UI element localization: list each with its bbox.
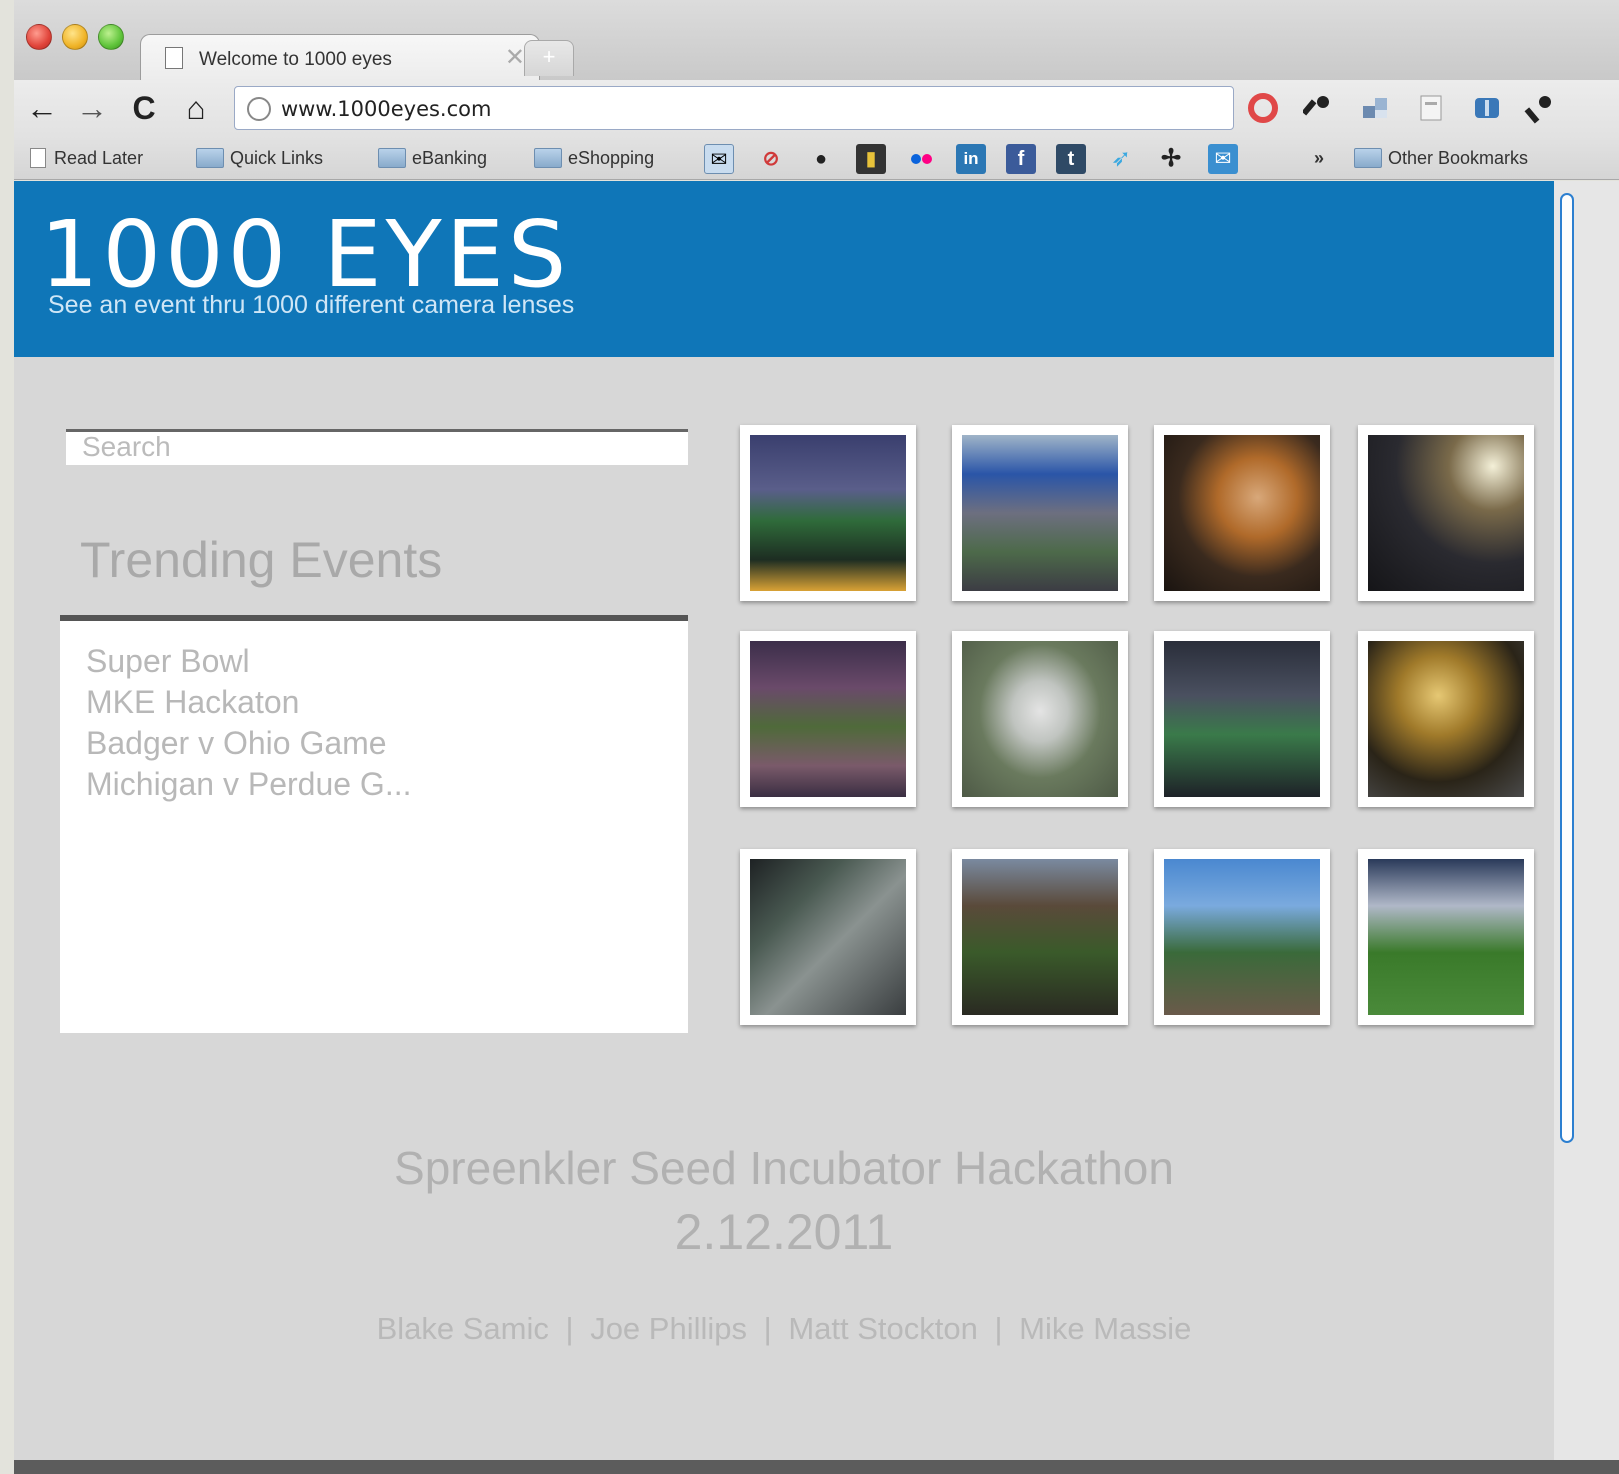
book-extension-icon[interactable]	[1470, 92, 1504, 124]
folder-icon	[196, 148, 224, 168]
blocked-bookmark-icon[interactable]: ⊘	[756, 144, 786, 174]
credit-separator: |	[994, 1311, 1003, 1346]
photo-thumbnail[interactable]	[952, 425, 1128, 601]
folder-icon	[378, 148, 406, 168]
browser-window: Welcome to 1000 eyes ✕ + ← → C ⌂ www.100…	[14, 0, 1619, 1474]
title-bar: Welcome to 1000 eyes ✕ +	[14, 0, 1619, 82]
bookmark-label: eBanking	[412, 148, 488, 168]
opera-extension-icon[interactable]	[1246, 92, 1280, 124]
bookmark-folder-quick-links[interactable]: Quick Links	[196, 148, 323, 169]
credit-name: Blake Samic	[376, 1311, 549, 1346]
trending-event-item[interactable]: MKE Hackaton	[86, 682, 662, 723]
photo-thumbnail[interactable]	[740, 425, 916, 601]
trending-events-heading: Trending Events	[80, 532, 443, 588]
photo-thumbnail[interactable]	[1154, 849, 1330, 1025]
bookmarks-bar: Read Later Quick Links eBanking eShoppin…	[14, 136, 1619, 180]
photo-thumbnail[interactable]	[1154, 425, 1330, 601]
mail-bookmark-icon[interactable]: ✉	[704, 144, 734, 174]
credit-name: Joe Phillips	[590, 1311, 747, 1346]
circle-bookmark-icon[interactable]: ●	[806, 144, 836, 174]
web-page: 1000 EYES See an event thru 1000 differe…	[14, 181, 1554, 1474]
bookmark-folder-ebanking[interactable]: eBanking	[378, 148, 487, 169]
photo-grid	[740, 425, 1540, 1035]
bookmark-read-later[interactable]: Read Later	[30, 148, 143, 169]
photo-thumbnail[interactable]	[952, 631, 1128, 807]
tumblr-bookmark-icon[interactable]: t	[1056, 144, 1086, 174]
tab-close-icon[interactable]: ✕	[505, 43, 525, 72]
credit-name: Mike Massie	[1019, 1311, 1192, 1346]
page-icon	[30, 148, 46, 168]
credit-separator: |	[565, 1311, 574, 1346]
trending-event-item[interactable]: Super Bowl	[86, 641, 662, 682]
search-input[interactable]: Search	[66, 429, 688, 465]
address-bar[interactable]: www.1000eyes.com	[234, 86, 1234, 130]
bookmark-folder-eshopping[interactable]: eShopping	[534, 148, 654, 169]
back-icon[interactable]: ←	[22, 88, 62, 128]
linkedin-bookmark-icon[interactable]: in	[956, 144, 986, 174]
folder-icon	[1354, 148, 1382, 168]
text-extension-icon[interactable]	[1414, 92, 1448, 124]
photo-thumbnail[interactable]	[740, 849, 916, 1025]
photo-thumbnail[interactable]	[740, 631, 916, 807]
credit-name: Matt Stockton	[788, 1311, 978, 1346]
home-icon[interactable]: ⌂	[176, 88, 216, 128]
vertical-scrollbar[interactable]	[1554, 181, 1619, 1474]
minimize-window-button[interactable]	[62, 24, 88, 50]
credit-separator: |	[763, 1311, 772, 1346]
trending-event-item[interactable]: Michigan v Perdue G...	[86, 764, 662, 805]
close-window-button[interactable]	[26, 24, 52, 50]
tab-title: Welcome to 1000 eyes	[199, 49, 392, 70]
key-icon[interactable]	[1301, 92, 1336, 124]
bookmark-label: Other Bookmarks	[1388, 148, 1529, 168]
bookmark-label: Read Later	[54, 148, 144, 168]
event-title: Spreenkler Seed Incubator Hackathon	[394, 1142, 1174, 1194]
photo-thumbnail[interactable]	[1154, 631, 1330, 807]
bookmark-folder-other[interactable]: Other Bookmarks	[1354, 148, 1528, 169]
trending-event-item[interactable]: Badger v Ohio Game	[86, 723, 662, 764]
reload-icon[interactable]: C	[124, 88, 164, 128]
page-icon	[165, 47, 183, 69]
trending-events-list: Super Bowl MKE Hackaton Badger v Ohio Ga…	[60, 615, 688, 1033]
flickr-bookmark-icon[interactable]	[906, 144, 936, 174]
bookmark-label: eShopping	[568, 148, 655, 168]
credits: Blake Samic | Joe Phillips | Matt Stockt…	[14, 1311, 1554, 1347]
event-date: 2.12.2011	[674, 1204, 894, 1260]
folder-icon	[534, 148, 562, 168]
bookmarks-overflow-button[interactable]: »	[1314, 148, 1324, 169]
status-bar	[14, 1460, 1619, 1474]
globe-icon	[247, 97, 271, 121]
site-header: 1000 EYES See an event thru 1000 differe…	[14, 181, 1554, 357]
photo-thumbnail[interactable]	[952, 849, 1128, 1025]
photo-thumbnail[interactable]	[1358, 631, 1534, 807]
delicious-bookmark-icon[interactable]: ✢	[1156, 144, 1186, 174]
scrollbar-thumb[interactable]	[1560, 193, 1574, 1143]
bookmark-label: Quick Links	[230, 148, 324, 168]
site-tagline: See an event thru 1000 different camera …	[48, 291, 575, 319]
forward-icon[interactable]: →	[72, 88, 112, 128]
zoom-window-button[interactable]	[98, 24, 124, 50]
imdb-bookmark-icon[interactable]: ▮	[856, 144, 886, 174]
wrench-icon[interactable]	[1522, 92, 1556, 124]
photo-thumbnail[interactable]	[1358, 849, 1534, 1025]
url-text[interactable]: www.1000eyes.com	[281, 97, 491, 121]
tab-active[interactable]: Welcome to 1000 eyes ✕	[140, 34, 540, 82]
tweetdeck-bookmark-icon[interactable]: ✉	[1208, 144, 1238, 174]
windows-extension-icon[interactable]	[1358, 92, 1392, 124]
new-tab-button[interactable]: +	[524, 40, 574, 76]
facebook-bookmark-icon[interactable]: f	[1006, 144, 1036, 174]
photo-thumbnail[interactable]	[1358, 425, 1534, 601]
browser-toolbar: ← → C ⌂ www.1000eyes.com	[14, 80, 1619, 136]
twitter-bookmark-icon[interactable]: ➶	[1106, 144, 1136, 174]
